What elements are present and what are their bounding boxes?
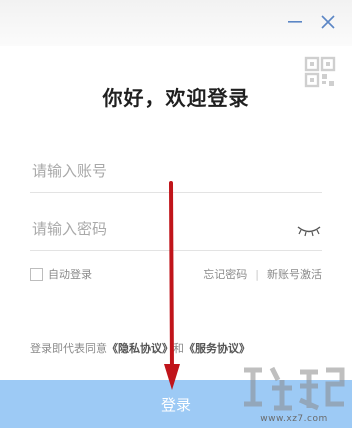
password-input[interactable] (30, 214, 274, 244)
close-icon[interactable] (316, 10, 340, 34)
agreement-text: 登录即代表同意《隐私协议》和《服务协议》 (30, 340, 330, 356)
forgot-password-link[interactable]: 忘记密码 (203, 266, 247, 282)
link-separator: | (255, 267, 259, 281)
privacy-link[interactable]: 《隐私协议》 (107, 342, 173, 355)
account-input[interactable] (30, 156, 274, 186)
password-field[interactable] (30, 214, 322, 251)
agreement-prefix: 登录即代表同意 (30, 342, 107, 355)
checkbox-icon[interactable] (30, 267, 43, 281)
login-options: 自动登录 忘记密码 | 新账号激活 (30, 266, 322, 284)
account-links: 忘记密码 | 新账号激活 (203, 266, 322, 282)
page-title: 你好，欢迎登录 (102, 86, 250, 110)
minimize-icon[interactable] (283, 10, 307, 34)
hide-password-icon[interactable] (296, 222, 322, 238)
agreement-and: 和 (173, 342, 184, 355)
auto-login-label: 自动登录 (48, 268, 92, 281)
service-link[interactable]: 《服务协议》 (184, 342, 250, 355)
new-account-link[interactable]: 新账号激活 (267, 266, 322, 282)
auto-login-checkbox[interactable]: 自动登录 (30, 266, 92, 282)
account-field[interactable] (30, 156, 322, 193)
login-button[interactable]: 登录 (0, 380, 352, 428)
